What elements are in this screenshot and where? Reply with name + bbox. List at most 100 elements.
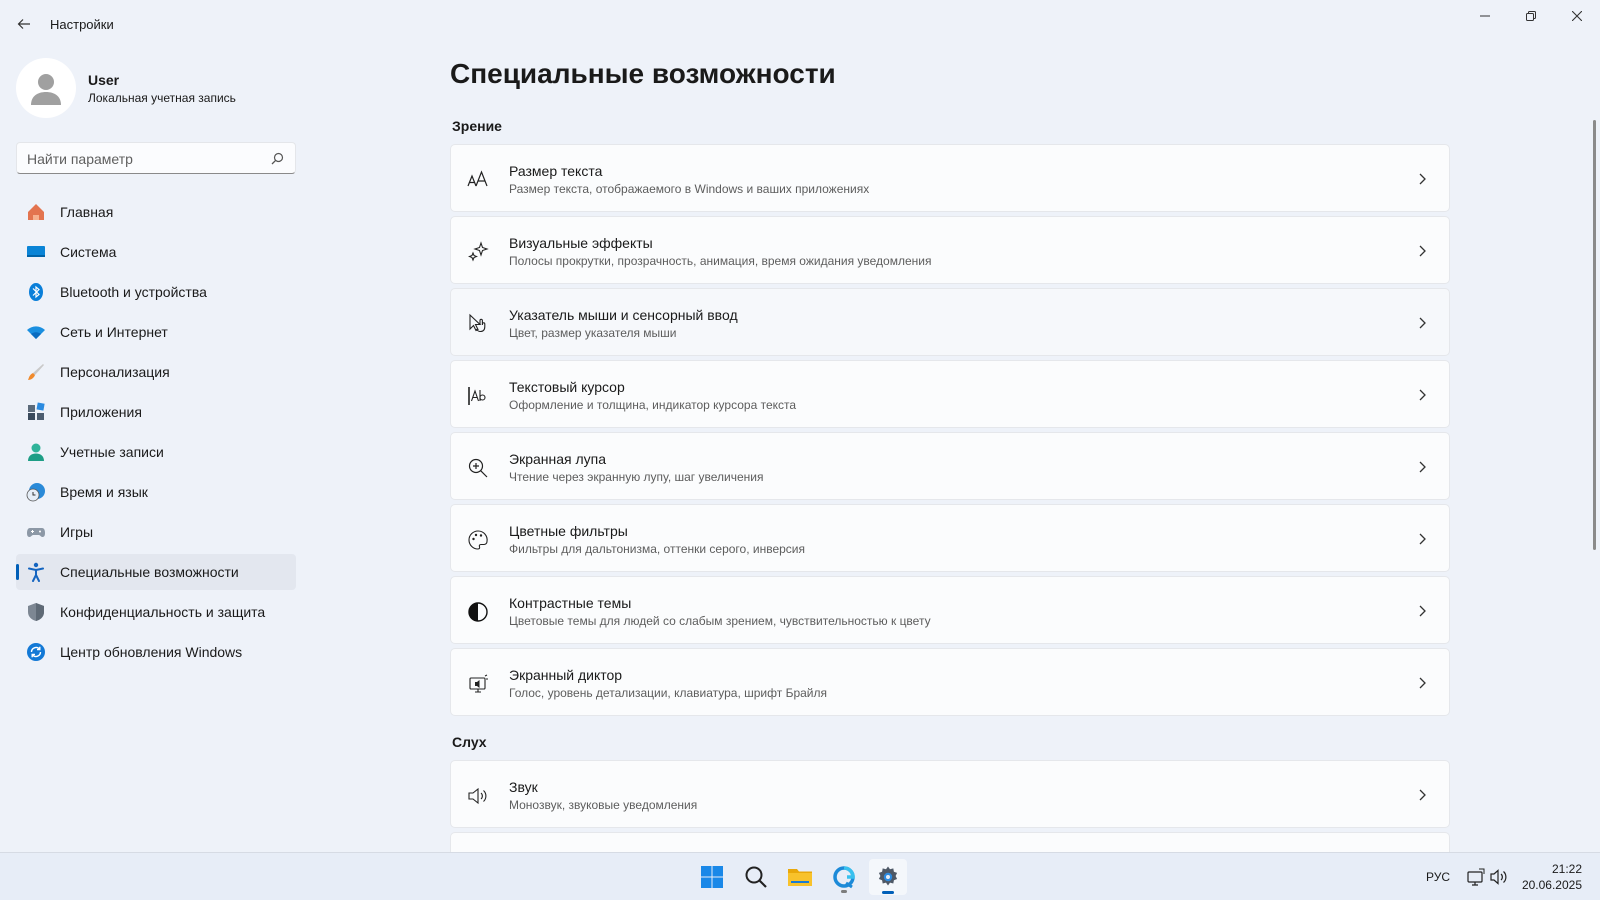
chevron-right-icon — [1419, 677, 1426, 689]
setting-color-filters[interactable]: Цветные фильтры Фильтры для дальтонизма,… — [450, 504, 1450, 572]
chevron-right-icon — [1419, 605, 1426, 617]
setting-subtitle: Цвет, размер указателя мыши — [509, 326, 677, 340]
taskbar-browser[interactable] — [825, 859, 863, 895]
taskbar: РУС 21:22 20.06.2025 — [0, 852, 1600, 900]
system-clock[interactable]: 21:22 20.06.2025 — [1522, 861, 1582, 893]
browser-icon — [833, 866, 855, 889]
scrollbar-thumb[interactable] — [1593, 120, 1596, 550]
input-language-indicator[interactable]: РУС — [1426, 870, 1450, 884]
sidebar-item-network[interactable]: Сеть и Интернет — [16, 314, 296, 350]
user-name: User — [88, 72, 120, 88]
magnifier-icon — [467, 457, 489, 479]
setting-audio[interactable]: Звук Монозвук, звуковые уведомления — [450, 760, 1450, 828]
sidebar-item-windows-update[interactable]: Центр обновления Windows — [16, 634, 296, 670]
sidebar-item-system[interactable]: Система — [16, 234, 296, 270]
chevron-right-icon — [1419, 461, 1426, 473]
accessibility-icon — [26, 562, 46, 582]
sidebar-item-accounts[interactable]: Учетные записи — [16, 434, 296, 470]
home-icon — [26, 202, 46, 222]
account-type: Локальная учетная запись — [88, 91, 236, 105]
back-arrow-icon — [17, 19, 30, 29]
sidebar-item-label: Специальные возможности — [60, 564, 239, 580]
search-icon — [745, 866, 767, 888]
sidebar-item-label: Конфиденциальность и защита — [60, 604, 266, 620]
sidebar-item-label: Главная — [60, 204, 114, 220]
setting-contrast-themes[interactable]: Контрастные темы Цветовые темы для людей… — [450, 576, 1450, 644]
setting-next-partial[interactable] — [450, 832, 1450, 852]
chevron-right-icon — [1419, 533, 1426, 545]
sidebar-item-apps[interactable]: Приложения — [16, 394, 296, 430]
narrator-icon — [467, 673, 489, 695]
setting-subtitle: Размер текста, отображаемого в Windows и… — [509, 182, 870, 196]
sidebar-item-label: Приложения — [60, 404, 142, 420]
setting-narrator[interactable]: Экранный диктор Голос, уровень детализац… — [450, 648, 1450, 716]
search-input[interactable] — [27, 149, 257, 169]
sidebar-item-time-language[interactable]: Время и язык — [16, 474, 296, 510]
gamepad-icon — [26, 522, 46, 542]
update-icon — [26, 642, 46, 662]
sidebar-item-bluetooth[interactable]: Bluetooth и устройства — [16, 274, 296, 310]
chevron-right-icon — [1419, 245, 1426, 257]
sidebar-item-home[interactable]: Главная — [16, 194, 296, 230]
minimize-button[interactable] — [1462, 0, 1508, 32]
sidebar-item-label: Учетные записи — [60, 444, 164, 460]
network-status-icon[interactable] — [1466, 867, 1486, 887]
sidebar-item-privacy[interactable]: Конфиденциальность и защита — [16, 594, 296, 630]
search-icon[interactable] — [269, 151, 285, 167]
setting-magnifier[interactable]: Экранная лупа Чтение через экранную лупу… — [450, 432, 1450, 500]
chevron-right-icon — [1419, 789, 1426, 801]
setting-title: Текстовый курсор — [509, 379, 625, 395]
setting-visual-effects[interactable]: Визуальные эффекты Полосы прокрутки, про… — [450, 216, 1450, 284]
minimize-icon — [1480, 15, 1490, 17]
setting-title: Указатель мыши и сенсорный ввод — [509, 307, 738, 323]
windows-logo-icon — [701, 866, 723, 888]
setting-text-size[interactable]: Размер текста Размер текста, отображаемо… — [450, 144, 1450, 212]
sidebar-item-label: Персонализация — [60, 364, 170, 380]
sidebar-item-label: Bluetooth и устройства — [60, 284, 207, 300]
active-app-indicator — [882, 891, 894, 894]
text-cursor-icon — [467, 385, 489, 407]
close-button[interactable] — [1554, 0, 1600, 32]
time-language-icon — [26, 482, 46, 502]
sparkle-icon — [467, 241, 489, 263]
speaker-icon — [467, 785, 489, 807]
pointer-touch-icon — [467, 313, 489, 335]
sidebar-item-label: Центр обновления Windows — [60, 644, 243, 660]
page-title: Специальные возможности — [450, 58, 836, 89]
brush-icon — [26, 362, 46, 382]
setting-subtitle: Цветовые темы для людей со слабым зрение… — [509, 614, 931, 628]
volume-icon[interactable] — [1490, 867, 1510, 887]
sidebar-item-gaming[interactable]: Игры — [16, 514, 296, 550]
sidebar-item-accessibility[interactable]: Специальные возможности — [16, 554, 296, 590]
setting-title: Контрастные темы — [509, 595, 632, 611]
taskbar-settings[interactable] — [869, 859, 907, 895]
avatar[interactable] — [16, 58, 76, 118]
app-title: Настройки — [50, 17, 114, 32]
search-box[interactable] — [16, 142, 296, 174]
apps-icon — [26, 402, 46, 422]
start-button[interactable] — [693, 859, 731, 895]
running-indicator — [841, 890, 847, 893]
settings-icon — [878, 866, 898, 886]
sidebar-item-label: Сеть и Интернет — [60, 324, 168, 340]
setting-mouse-pointer-touch[interactable]: Указатель мыши и сенсорный ввод Цвет, ра… — [450, 288, 1450, 356]
taskbar-search-button[interactable] — [737, 859, 775, 895]
shield-icon — [26, 602, 46, 622]
sidebar-item-label: Система — [60, 244, 117, 260]
close-icon — [1572, 11, 1582, 21]
sidebar-nav: Главная Система Bluetooth и устройства С… — [16, 194, 296, 674]
sidebar-item-personalization[interactable]: Персонализация — [16, 354, 296, 390]
accounts-icon — [26, 442, 46, 462]
text-size-icon — [467, 169, 489, 191]
clock-date: 20.06.2025 — [1521, 878, 1582, 892]
setting-subtitle: Полосы прокрутки, прозрачность, анимация… — [509, 254, 932, 268]
setting-text-cursor[interactable]: Текстовый курсор Оформление и толщина, и… — [450, 360, 1450, 428]
taskbar-file-explorer[interactable] — [781, 859, 819, 895]
bluetooth-icon — [26, 282, 46, 302]
setting-subtitle: Монозвук, звуковые уведомления — [509, 798, 698, 812]
clock-time: 21:22 — [1551, 862, 1582, 876]
restore-button[interactable] — [1508, 0, 1554, 32]
back-button[interactable] — [12, 12, 36, 36]
setting-subtitle: Голос, уровень детализации, клавиатура, … — [509, 686, 827, 700]
section-title-vision: Зрение — [452, 118, 502, 134]
